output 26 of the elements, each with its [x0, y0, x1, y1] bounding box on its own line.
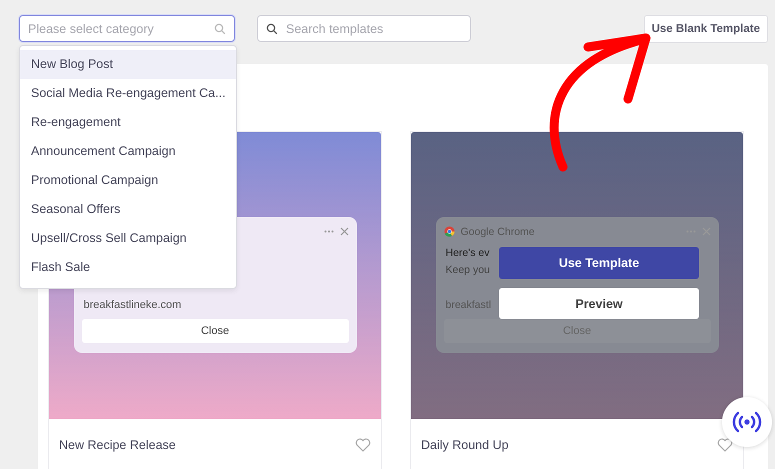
notification-site: breakfastlineke.com	[82, 298, 182, 310]
search-field[interactable]: Search templates	[257, 15, 471, 42]
dropdown-option[interactable]: Announcement Campaign	[20, 137, 236, 166]
dropdown-option[interactable]: Re-engagement	[20, 108, 236, 137]
more-icon	[324, 230, 334, 233]
heart-icon[interactable]	[717, 438, 733, 452]
heart-icon[interactable]	[355, 438, 371, 452]
dropdown-option[interactable]: Social Media Re-engagement Ca...	[20, 79, 236, 108]
browser-logo-icon	[444, 226, 454, 237]
notification-text: Here's ev	[444, 246, 490, 260]
browser-name: Google Chrome	[460, 226, 535, 238]
use-blank-template-button[interactable]: Use Blank Template	[644, 14, 768, 42]
dropdown-option[interactable]: Promotional Campaign	[20, 166, 236, 195]
dropdown-option[interactable]: New Blog Post	[20, 50, 236, 79]
close-icon	[340, 227, 348, 236]
template-name: New Recipe Release	[59, 438, 176, 452]
notification-site: breakfastl	[444, 298, 492, 310]
search-icon	[214, 22, 226, 34]
preview-button[interactable]: Preview	[499, 288, 699, 319]
broadcast-icon	[731, 410, 763, 434]
notification-text: Keep you	[444, 262, 490, 278]
use-template-button[interactable]: Use Template	[499, 247, 699, 279]
template-name: Daily Round Up	[421, 438, 509, 452]
dropdown-option[interactable]: Upsell/Cross Sell Campaign	[20, 224, 236, 253]
dropdown-option[interactable]: Seasonal Offers	[20, 195, 236, 224]
dropdown-option[interactable]: Flash Sale	[20, 253, 236, 282]
